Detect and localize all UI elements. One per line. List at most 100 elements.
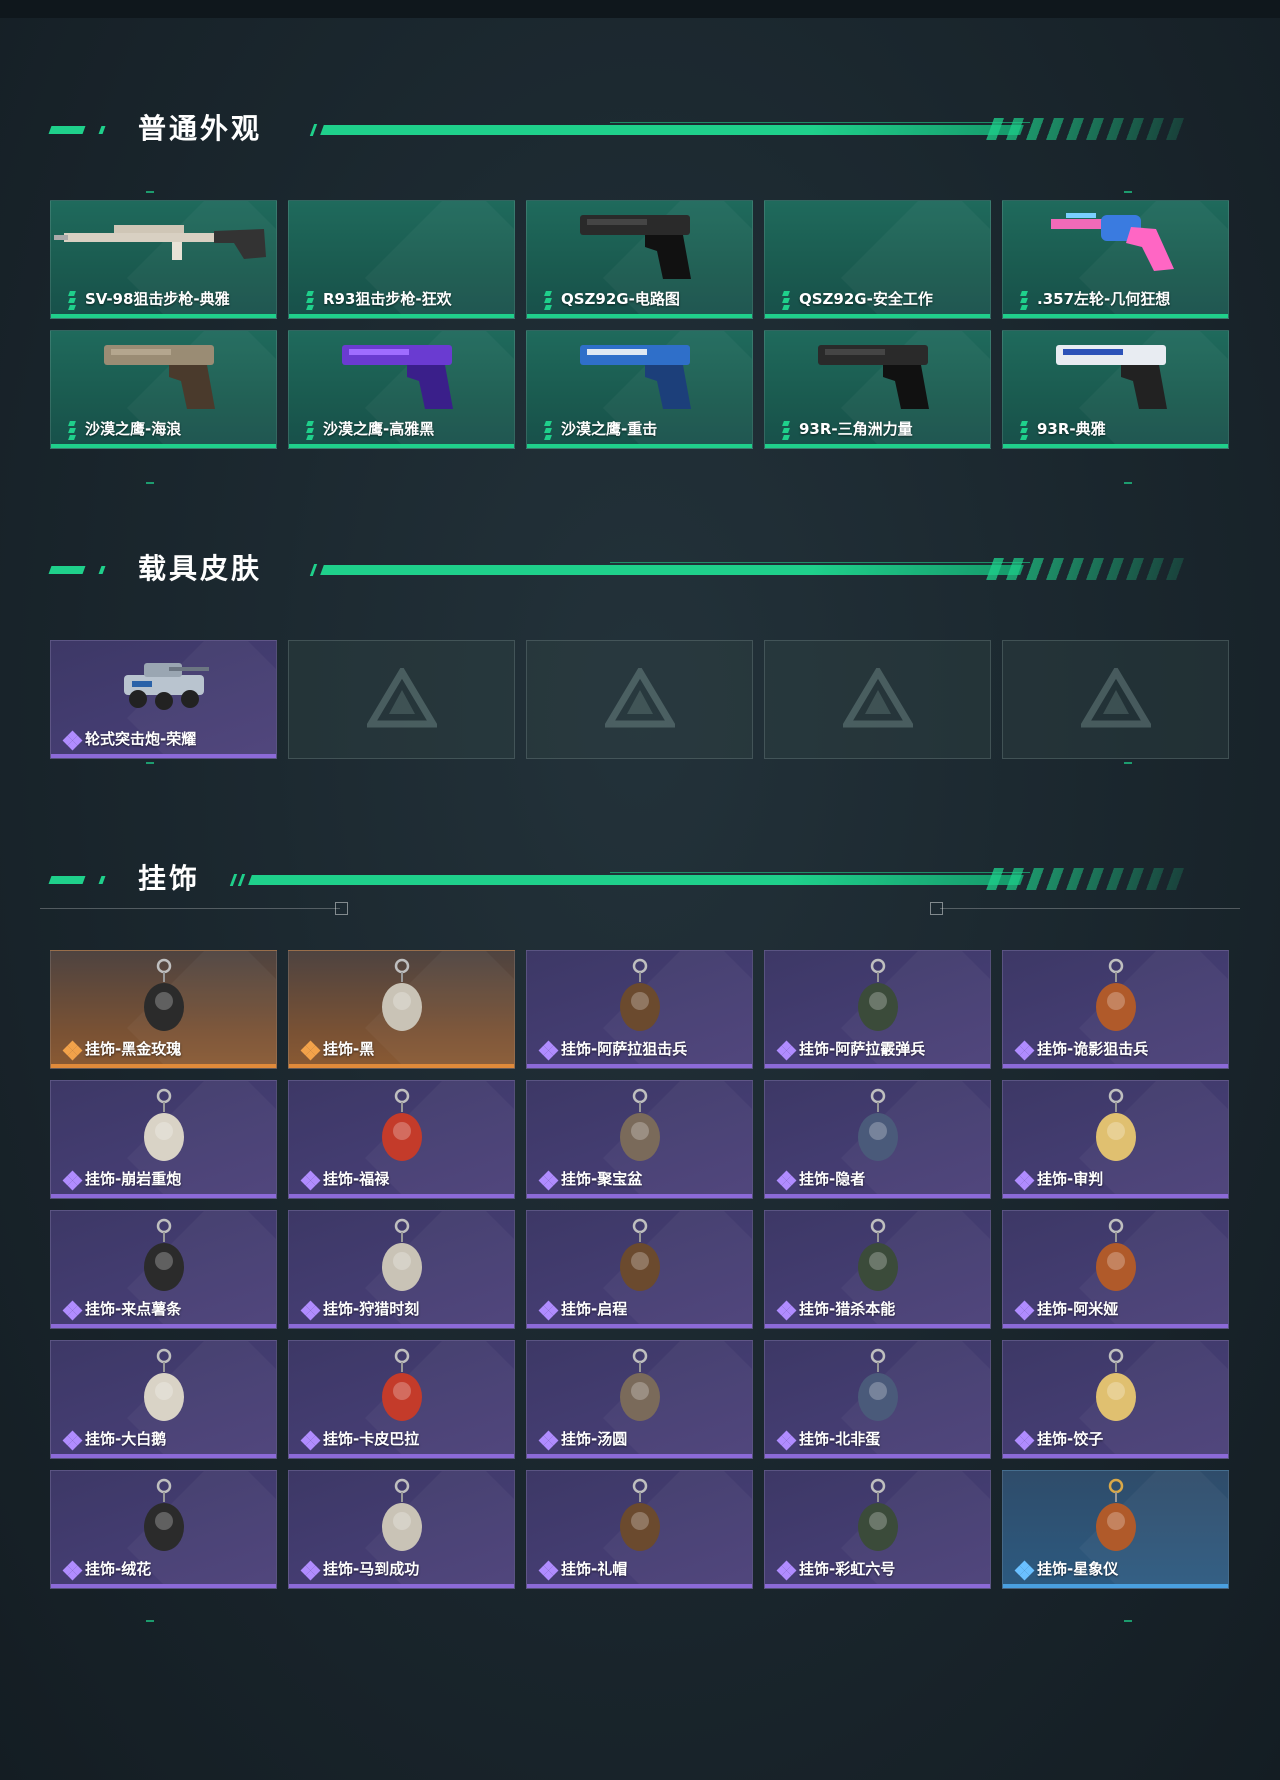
item-name: 轮式突击炮-荣耀	[85, 730, 197, 748]
ruler-marker	[335, 902, 348, 915]
charm-card[interactable]: 挂饰-阿米娅	[1002, 1210, 1229, 1329]
charm-card[interactable]: 挂饰-猎杀本能	[764, 1210, 991, 1329]
header-checker-pattern	[985, 558, 1195, 580]
corner-tick	[1124, 762, 1132, 764]
charm-image	[605, 1087, 675, 1176]
rarity-icon	[776, 1170, 797, 1191]
charm-card[interactable]: 挂饰-彩虹六号	[764, 1470, 991, 1589]
charm-card[interactable]: 挂饰-聚宝盆	[526, 1080, 753, 1199]
corner-tick	[1124, 482, 1132, 484]
section-title: 载具皮肤	[138, 552, 263, 585]
vehicle-skin-card[interactable]: 轮式突击炮-荣耀	[50, 640, 277, 759]
rarity-icon	[776, 1040, 797, 1061]
weapon-skin-card[interactable]: 沙漠之鹰-高雅黑	[288, 330, 515, 449]
item-name: 挂饰-绒花	[85, 1560, 152, 1578]
charm-card[interactable]: 挂饰-阿萨拉霰弹兵	[764, 950, 991, 1069]
empty-slot-logo-icon	[602, 664, 677, 732]
weapon-skin-card[interactable]: 93R-三角洲力量	[764, 330, 991, 449]
header-accent-dash	[98, 126, 106, 134]
header-accent-dash	[48, 126, 86, 134]
rarity-icon	[777, 421, 795, 440]
empty-slot[interactable]	[764, 640, 991, 759]
charm-card[interactable]: 挂饰-马到成功	[288, 1470, 515, 1589]
item-name: 挂饰-审判	[1037, 1170, 1104, 1188]
weapon-skin-card[interactable]: 沙漠之鹰-海浪	[50, 330, 277, 449]
rarity-icon	[62, 730, 83, 751]
weapon-skin-card[interactable]: SV-98狙击步枪-典雅	[50, 200, 277, 319]
rarity-icon	[538, 1560, 559, 1581]
charm-card[interactable]: 挂饰-黑金玫瑰	[50, 950, 277, 1069]
rarity-icon	[1014, 1040, 1035, 1061]
charm-image	[1081, 1347, 1151, 1436]
empty-slot[interactable]	[288, 640, 515, 759]
rarity-icon	[538, 1300, 559, 1321]
header-slash	[237, 874, 246, 886]
header-accent-dash	[98, 876, 106, 884]
weapon-skin-card[interactable]: QSZ92G-安全工作	[764, 200, 991, 319]
rarity-underline	[765, 1324, 990, 1328]
charm-card[interactable]: 挂饰-隐者	[764, 1080, 991, 1199]
weapon-skin-grid: SV-98狙击步枪-典雅 R93狙击步枪-狂欢 QSZ92G-电路图 QSZ92G-安…	[50, 200, 1229, 449]
pistol-icon	[813, 337, 943, 416]
charm-card[interactable]: 挂饰-福禄	[288, 1080, 515, 1199]
charm-card[interactable]: 挂饰-黑	[288, 950, 515, 1069]
charm-image	[843, 1477, 913, 1566]
charm-card[interactable]: 挂饰-北非蛋	[764, 1340, 991, 1459]
charm-card[interactable]: 挂饰-绒花	[50, 1470, 277, 1589]
charm-card[interactable]: 挂饰-大白鹅	[50, 1340, 277, 1459]
charm-image	[129, 957, 199, 1046]
charm-image	[605, 1477, 675, 1566]
rarity-icon	[300, 1430, 321, 1451]
charm-card[interactable]: 挂饰-崩岩重炮	[50, 1080, 277, 1199]
charm-card[interactable]: 挂饰-礼帽	[526, 1470, 753, 1589]
header-bar	[320, 125, 1024, 135]
charm-image	[129, 1217, 199, 1306]
rarity-underline	[289, 1324, 514, 1328]
rarity-underline	[527, 314, 752, 318]
corner-tick	[1124, 1620, 1132, 1622]
header-bar	[320, 565, 1024, 575]
weapon-skin-card[interactable]: QSZ92G-电路图	[526, 200, 753, 319]
weapon-skin-card[interactable]: R93狙击步枪-狂欢	[288, 200, 515, 319]
empty-slot[interactable]	[526, 640, 753, 759]
section-title: 挂饰	[138, 862, 201, 895]
item-name: 93R-三角洲力量	[799, 420, 913, 438]
charm-card[interactable]: 挂饰-阿萨拉狙击兵	[526, 950, 753, 1069]
rarity-icon	[301, 291, 319, 310]
charm-card[interactable]: 挂饰-星象仪	[1002, 1470, 1229, 1589]
item-name: 挂饰-阿米娅	[1037, 1300, 1119, 1318]
charm-card[interactable]: 挂饰-饺子	[1002, 1340, 1229, 1459]
charm-card[interactable]: 挂饰-狩猎时刻	[288, 1210, 515, 1329]
charm-card[interactable]: 挂饰-汤圆	[526, 1340, 753, 1459]
weapon-skin-card[interactable]: 93R-典雅	[1002, 330, 1229, 449]
ruler-line	[940, 908, 1240, 909]
empty-slot[interactable]	[1002, 640, 1229, 759]
charm-image	[367, 1477, 437, 1566]
weapon-skin-card[interactable]: 沙漠之鹰-重击	[526, 330, 753, 449]
header-line	[610, 872, 1030, 873]
charm-image	[367, 1087, 437, 1176]
rarity-icon	[62, 1430, 83, 1451]
rarity-underline	[765, 1584, 990, 1588]
top-bar	[0, 0, 1280, 18]
rarity-underline	[51, 754, 276, 758]
corner-tick	[146, 762, 154, 764]
rarity-icon	[301, 421, 319, 440]
revolver-icon	[1046, 207, 1186, 281]
charm-card[interactable]: 挂饰-诡影狙击兵	[1002, 950, 1229, 1069]
rarity-underline	[51, 1324, 276, 1328]
charm-card[interactable]: 挂饰-来点薯条	[50, 1210, 277, 1329]
charm-card[interactable]: 挂饰-卡皮巴拉	[288, 1340, 515, 1459]
weapon-skin-card[interactable]: .357左轮-几何狂想	[1002, 200, 1229, 319]
rarity-underline	[1003, 1454, 1228, 1458]
item-name: 挂饰-汤圆	[561, 1430, 628, 1448]
charm-card[interactable]: 挂饰-审判	[1002, 1080, 1229, 1199]
charm-image	[843, 1087, 913, 1176]
rarity-icon	[1014, 1560, 1035, 1581]
charm-card[interactable]: 挂饰-启程	[526, 1210, 753, 1329]
rarity-underline	[527, 1584, 752, 1588]
rarity-underline	[1003, 444, 1228, 448]
rarity-icon	[776, 1430, 797, 1451]
charm-image	[1081, 1087, 1151, 1176]
rarity-icon	[63, 291, 81, 310]
